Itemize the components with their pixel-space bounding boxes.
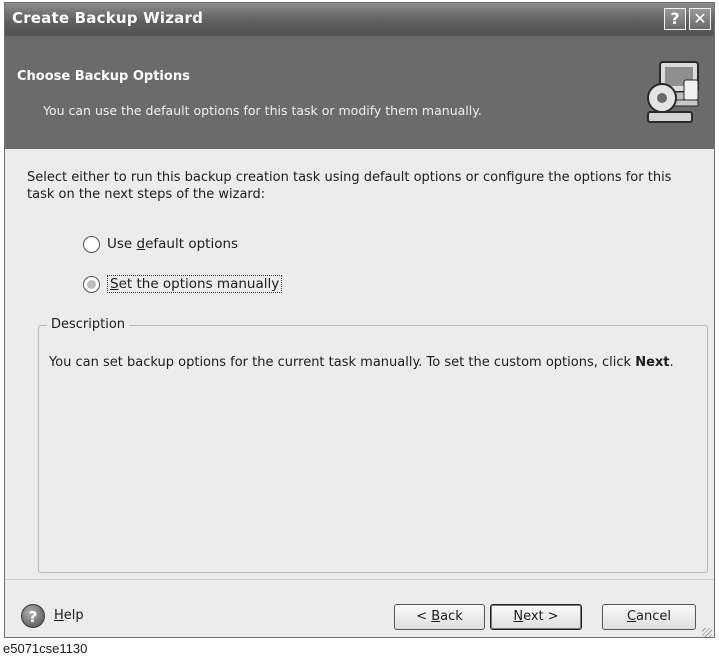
close-icon: ✕ (693, 9, 707, 28)
close-button[interactable]: ✕ (689, 8, 711, 30)
back-button[interactable]: < Back (394, 604, 485, 630)
radio-button[interactable] (83, 235, 100, 253)
title-bar[interactable]: Create Backup Wizard ? ✕ (5, 3, 714, 36)
step-title: Choose Backup Options (17, 69, 190, 84)
radio-button-selected[interactable] (83, 275, 100, 293)
figure-caption: e5071cse1130 (3, 641, 88, 656)
use-default-options-radio[interactable]: Use default options (83, 233, 238, 255)
help-icon[interactable]: ? (21, 604, 45, 628)
question-icon: ? (670, 9, 680, 28)
description-text: You can set backup options for the curre… (49, 355, 674, 370)
next-button[interactable]: Next > (490, 604, 582, 630)
radio-label: Set the options manually (107, 275, 283, 293)
cancel-button[interactable]: Cancel (602, 604, 696, 630)
computer-settings-icon (647, 61, 699, 123)
window-title: Create Backup Wizard (12, 9, 204, 27)
intro-text: Select either to run this backup creatio… (27, 170, 672, 202)
wizard-header: Choose Backup Options You can use the de… (5, 36, 714, 149)
help-link[interactable]: Help (54, 608, 84, 623)
resize-grip[interactable] (702, 628, 712, 637)
description-group: Description You can set backup options f… (38, 317, 708, 573)
set-options-manually-radio[interactable]: Set the options manually (83, 273, 283, 295)
wizard-footer: ? Help < Back Next > Cancel (5, 579, 714, 637)
wizard-window: Create Backup Wizard ? ✕ Choose Backup O… (4, 2, 715, 638)
help-title-button[interactable]: ? (664, 8, 686, 30)
wizard-content: Select either to run this backup creatio… (5, 149, 714, 579)
step-subtitle: You can use the default options for this… (43, 103, 482, 118)
description-legend: Description (47, 317, 130, 332)
radio-label: Use default options (107, 236, 239, 252)
